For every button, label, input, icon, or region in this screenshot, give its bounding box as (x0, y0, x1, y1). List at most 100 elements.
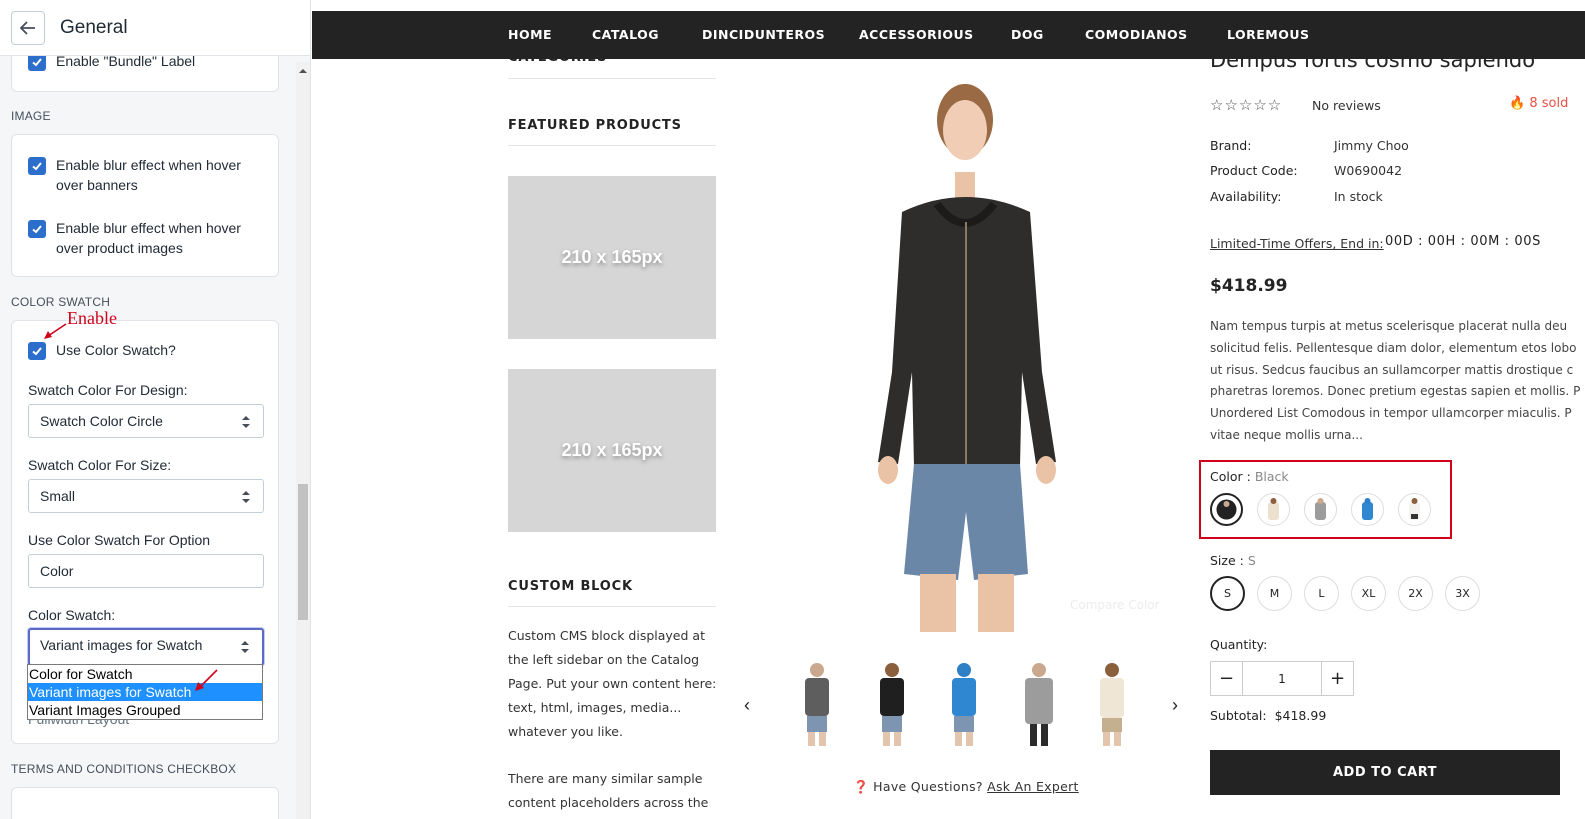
size-option-m[interactable]: M (1257, 576, 1292, 611)
color-swatch-cream[interactable] (1257, 493, 1290, 526)
blur-banners-checkbox-row[interactable]: Enable blur effect when hover over banne… (28, 157, 256, 195)
size-option-l[interactable]: L (1304, 576, 1339, 611)
checkbox-checked-icon[interactable] (28, 220, 46, 238)
dropdown-option[interactable]: Variant Images Grouped (28, 701, 262, 719)
product-thumbnail[interactable] (944, 660, 984, 748)
nav-item-home[interactable]: HOME (508, 27, 552, 42)
product-thumbnail[interactable] (1092, 660, 1132, 748)
product-main-image[interactable] (842, 72, 1092, 632)
divider (508, 606, 716, 607)
subtotal-row: Subtotal: $418.99 (1210, 708, 1326, 723)
description-line: vitae neque mollis urna... (1210, 427, 1363, 442)
size-option-3x[interactable]: 3X (1445, 576, 1480, 611)
product-description: Nam tempus turpis at metus scelerisque p… (1210, 316, 1585, 447)
description-line: Nam tempus turpis at metus scelerisque p… (1210, 319, 1568, 333)
terms-section-heading: TERMS AND CONDITIONS CHECKBOX (11, 762, 237, 776)
description-line: Unordered List Comodous in tempor ullamc… (1210, 406, 1572, 421)
offer-label: Limited-Time Offers, End in: (1210, 236, 1384, 251)
nav-item-loremous[interactable]: LOREMOUS (1227, 27, 1310, 42)
size-option-2x[interactable]: 2X (1398, 576, 1433, 611)
blur-products-checkbox-row[interactable]: Enable blur effect when hover over produ… (28, 220, 256, 258)
nav-item-comodianos[interactable]: COMODIANOS (1085, 27, 1188, 42)
option-field-label: Use Color Swatch For Option (28, 532, 211, 548)
product-price: $418.99 (1210, 276, 1288, 296)
product-thumbnail[interactable] (872, 660, 912, 748)
swatch-field-label: Color Swatch: (28, 607, 116, 623)
design-field-label: Swatch Color For Design: (28, 382, 188, 398)
option-input[interactable]: Color (28, 554, 264, 588)
annotation-enable-text: Enable (67, 308, 117, 328)
color-label-row: Color : Black (1210, 469, 1289, 484)
brand-value[interactable]: Jimmy Choo (1334, 138, 1409, 153)
nav-item-dinciduntero[interactable]: DINCIDUNTEROS (702, 27, 825, 42)
color-value: Black (1254, 469, 1289, 484)
code-label: Product Code: (1210, 163, 1298, 178)
image-card: Enable blur effect when hover over banne… (11, 134, 279, 277)
select-arrows-icon (242, 416, 250, 428)
help-line: ❓ Have Questions? Ask An Expert (853, 779, 1079, 795)
compare-color-watermark: Compare Color (1070, 598, 1160, 612)
image-section-heading: IMAGE (11, 109, 51, 123)
add-to-cart-button[interactable]: ADD TO CART (1210, 750, 1560, 795)
flame-icon: 🔥 (1509, 96, 1526, 111)
color-swatch-grey[interactable] (1304, 493, 1337, 526)
availability-label: Availability: (1210, 189, 1282, 204)
blur-products-label: Enable blur effect when hover over produ… (56, 220, 241, 256)
reviews-count[interactable]: No reviews (1312, 98, 1381, 113)
quantity-input[interactable]: 1 (1243, 662, 1321, 695)
size-value: S (1247, 553, 1256, 568)
quantity-minus-button[interactable]: − (1211, 662, 1243, 695)
description-line: pharetras loremos. Donec pretium egestas… (1210, 384, 1581, 399)
divider (508, 78, 716, 79)
design-select-value: Swatch Color Circle (40, 413, 163, 429)
color-label: Color : (1210, 469, 1251, 484)
ask-expert-link[interactable]: Ask An Expert (987, 779, 1079, 794)
scroll-up-arrow-icon[interactable] (298, 66, 308, 76)
size-label: Size : (1210, 553, 1244, 568)
help-question: Have Questions? (873, 779, 983, 794)
product-thumbnail[interactable] (797, 660, 837, 748)
checkbox-checked-icon[interactable] (28, 342, 46, 360)
color-swatch-blue[interactable] (1351, 493, 1384, 526)
nav-item-catalog[interactable]: CATALOG (592, 27, 659, 42)
size-select-value: Small (40, 488, 76, 504)
custom-block-text: There are many similar sample content pl… (508, 771, 709, 810)
swatch-select[interactable]: Variant images for Swatch (28, 628, 264, 666)
product-thumbnail[interactable] (1019, 660, 1059, 748)
offer-label-text: Limited-Time Offers, End in: (1210, 236, 1384, 251)
swatch-dropdown-list[interactable]: Color for Swatch Variant images for Swat… (27, 664, 263, 720)
select-arrows-icon (241, 641, 249, 653)
quantity-plus-button[interactable]: + (1321, 662, 1353, 695)
checkbox-checked-icon[interactable] (28, 157, 46, 175)
size-option-xl[interactable]: XL (1351, 576, 1386, 611)
swatch-select-value: Variant images for Swatch (40, 637, 203, 653)
nav-item-dog[interactable]: DOG (1011, 27, 1044, 42)
dropdown-option[interactable]: Color for Swatch (28, 665, 262, 683)
thumbnail-prev-arrow-icon[interactable]: ‹ (744, 695, 750, 716)
thumbnail-next-arrow-icon[interactable]: › (1172, 695, 1178, 716)
featured-product-placeholder[interactable]: 210 x 165px (508, 369, 716, 532)
scrollbar-thumb[interactable] (298, 484, 308, 620)
nav-item-accessorious[interactable]: ACCESSORIOUS (859, 27, 974, 42)
use-color-swatch-checkbox-row[interactable]: Use Color Swatch? (28, 342, 256, 360)
scrollbar-track[interactable] (296, 62, 310, 819)
featured-product-placeholder[interactable]: 210 x 165px (508, 176, 716, 339)
terms-card (11, 787, 279, 819)
custom-block-heading: CUSTOM BLOCK (508, 579, 633, 594)
color-swatch-white[interactable] (1398, 493, 1431, 526)
annotation-arrow-icon (44, 323, 67, 339)
subtotal-value: $418.99 (1274, 708, 1327, 723)
sold-text: 8 sold (1529, 96, 1569, 111)
countdown-timer: 00D : 00H : 00M : 00S (1385, 234, 1541, 249)
dropdown-option-selected[interactable]: Variant images for Swatch (28, 683, 262, 701)
color-swatch-black[interactable] (1210, 493, 1243, 526)
size-select[interactable]: Small (28, 479, 264, 513)
availability-value: In stock (1334, 189, 1383, 204)
question-circle-icon: ❓ (853, 779, 869, 794)
option-input-value: Color (40, 563, 74, 579)
back-button[interactable] (11, 11, 45, 45)
design-select[interactable]: Swatch Color Circle (28, 404, 264, 438)
settings-panel: Enable "Bundle" Label General IMAGE Enab… (0, 0, 311, 819)
rating-stars-icon[interactable]: ☆☆☆☆☆ (1210, 96, 1282, 114)
size-option-s[interactable]: S (1210, 576, 1245, 611)
